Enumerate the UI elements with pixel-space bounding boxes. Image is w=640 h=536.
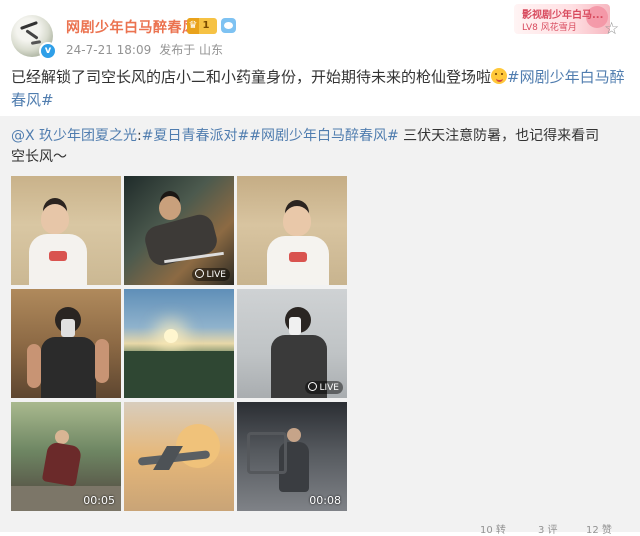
- media-photo[interactable]: [11, 289, 121, 398]
- media-photo[interactable]: [237, 176, 347, 285]
- post-action-bar: 10 转 3 评 12 赞: [0, 521, 640, 536]
- video-duration: 00:08: [309, 494, 341, 507]
- media-video[interactable]: 00:05: [11, 402, 121, 511]
- fan-card[interactable]: 影视剧少年白马... LV8 风花雪月: [514, 4, 610, 34]
- live-badge: LIVE: [305, 381, 343, 394]
- fan-card-title: 影视剧少年白马...: [522, 10, 604, 21]
- media-photo[interactable]: [124, 289, 234, 398]
- repost-count[interactable]: 10 转: [480, 521, 506, 536]
- avatar-art-stroke: [30, 40, 42, 45]
- weibo-post: v 网剧少年白马醉春风 ♛ 1 24-7-21 18:09 发布于 山东 影视剧少…: [0, 0, 640, 536]
- media-video[interactable]: 00:08: [237, 402, 347, 511]
- author-name[interactable]: 网剧少年白马醉春风: [66, 17, 197, 37]
- video-duration: 00:05: [83, 494, 115, 507]
- repost-text: @X 玖少年团夏之光:#夏日青春派对##网剧少年白马醉春风# 三伏天注意防暑，也…: [11, 128, 600, 165]
- media-photo[interactable]: [124, 402, 234, 511]
- repost-topic-link[interactable]: #夏日青春派对#: [142, 128, 249, 144]
- vip-badge[interactable]: ♛ 1: [187, 18, 217, 34]
- post-meta: 24-7-21 18:09 发布于 山东: [66, 41, 231, 58]
- post-time[interactable]: 24-7-21 18:09: [66, 43, 151, 57]
- fan-card-level: LV8 风花雪月: [522, 23, 577, 33]
- comment-count[interactable]: 3 评: [538, 521, 558, 536]
- vip-level: 1: [202, 20, 210, 31]
- post-location: 发布于 山东: [159, 43, 224, 57]
- smirk-emoji-icon: [491, 68, 508, 84]
- verified-icon: v: [39, 42, 57, 60]
- post-body: 已经解锁了司空长风的店小二和小药童身份，开始期待未来的枪仙登场啦: [11, 68, 492, 86]
- favorite-star-icon[interactable]: ☆: [604, 19, 619, 39]
- avatar-art: [20, 21, 38, 30]
- post-text: 已经解锁了司空长风的店小二和小药童身份，开始期待未来的枪仙登场啦 #网剧少年白马醉…: [11, 66, 631, 112]
- fan-badge-icon[interactable]: [221, 18, 236, 33]
- repost-card[interactable]: @X 玖少年团夏之光:#夏日青春派对##网剧少年白马醉春风# 三伏天注意防暑，也…: [0, 116, 640, 532]
- avatar-art-stroke: [25, 29, 39, 40]
- media-photo[interactable]: LIVE: [237, 289, 347, 398]
- media-photo[interactable]: LIVE: [124, 176, 234, 285]
- repost-topic-link[interactable]: #网剧少年白马醉春风#: [249, 128, 398, 144]
- repost-mention-link[interactable]: @X 玖少年团夏之光: [11, 128, 137, 144]
- like-count[interactable]: 12 赞: [586, 521, 612, 536]
- media-photo[interactable]: [11, 176, 121, 285]
- crown-icon: ♛: [187, 18, 199, 34]
- live-badge: LIVE: [192, 268, 230, 281]
